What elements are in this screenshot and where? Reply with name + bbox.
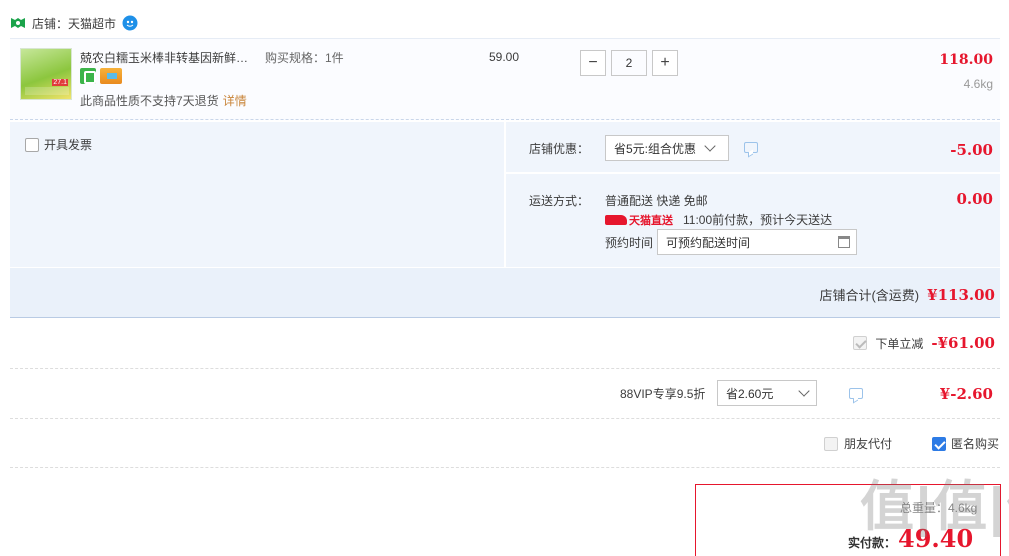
shop-discount-selected: 省5元:组合优惠: [614, 141, 697, 156]
shop-discount-amount: -5.00: [950, 141, 993, 159]
shipping-amount: 0.00: [956, 190, 993, 208]
return-policy-text: 此商品性质不支持7天退货: [80, 94, 219, 108]
message-icon[interactable]: [849, 388, 864, 399]
tmall-car-icon: [605, 214, 627, 225]
thumbnail-label: 27.1: [52, 79, 68, 86]
tmall-delivery-row: 天猫直送 11:00前付款，预计今天送达: [605, 211, 832, 228]
shop-total-label: 店铺合计(含运费): [819, 288, 920, 303]
card-badge-icon[interactable]: [100, 68, 122, 84]
delivery-eta: 11:00前付款，预计今天送达: [683, 213, 833, 227]
vip-discount-selected: 省2.60元: [726, 386, 774, 401]
shop-icon: [11, 18, 25, 28]
instant-discount-row: 下单立减 -¥61.00: [700, 334, 995, 352]
quantity-decrease-button[interactable]: −: [580, 50, 606, 76]
instant-discount-label: 下单立减: [875, 336, 924, 351]
divider: [10, 418, 1000, 419]
product-thumbnail[interactable]: 27.1: [20, 48, 72, 100]
invoice-checkbox[interactable]: [25, 137, 39, 152]
detail-link[interactable]: 详情: [223, 94, 247, 108]
shop-discount-select[interactable]: 省5元:组合优惠: [605, 135, 729, 161]
quantity-input[interactable]: 2: [611, 50, 647, 76]
shop-header: 店铺：天猫超市: [10, 12, 138, 34]
quantity-increase-button[interactable]: +: [652, 50, 678, 76]
divider: [10, 368, 1000, 369]
shop-total-row: 店铺合计(含运费) ¥113.00: [700, 285, 995, 304]
wangwang-icon[interactable]: [122, 15, 138, 31]
invoice-label[interactable]: 开具发票: [44, 136, 92, 153]
instant-discount-checkbox: [853, 336, 868, 350]
quantity-stepper: − 2 +: [580, 50, 678, 76]
calendar-icon[interactable]: [838, 236, 850, 248]
divider: [10, 467, 1000, 468]
friend-pay-option: 朋友代付: [824, 435, 892, 452]
tmall-direct-label: 天猫直送: [629, 214, 673, 227]
product-spec: 购买规格：1件: [265, 51, 344, 65]
instant-discount-amount: -¥61.00: [931, 334, 995, 352]
shop-discount-label: 店铺优惠：: [529, 142, 590, 156]
return-policy-note: 此商品性质不支持7天退货 详情: [80, 92, 247, 109]
vip-discount-select[interactable]: 省2.60元: [717, 380, 817, 406]
vip-discount-amount: ¥-2.60: [939, 385, 993, 403]
anonymous-option[interactable]: 匿名购买: [932, 435, 999, 452]
service-badges: [80, 68, 122, 84]
appointment-placeholder: 可预约配送时间: [666, 235, 751, 250]
item-weight: 4.6kg: [963, 77, 993, 91]
message-icon[interactable]: [744, 142, 758, 153]
appointment-time-input[interactable]: 可预约配送时间: [657, 229, 857, 255]
item-subtotal: 118.00: [939, 52, 993, 68]
vip-label: 88VIP专享9.5折: [620, 387, 706, 401]
shipping-label: 运送方式：: [529, 194, 590, 208]
service-green-badge-icon[interactable]: [80, 68, 96, 84]
shipping-method: 普通配送 快递 免邮: [605, 194, 708, 208]
appointment-label: 预约时间: [605, 236, 654, 250]
invoice-option[interactable]: 开具发票: [25, 136, 92, 153]
product-title[interactable]: 兢农白糯玉米棒非转基因新鲜采摘甜玉米: [80, 49, 260, 66]
friend-pay-label: 朋友代付: [844, 437, 893, 451]
thumbnail-banner: [25, 87, 69, 95]
shop-name[interactable]: 店铺：天猫超市: [32, 15, 116, 32]
site-watermark: 值|值|值: [860, 477, 1009, 537]
chevron-down-icon: [704, 140, 716, 152]
chevron-down-icon: [798, 385, 810, 397]
tmall-direct-tag: 天猫直送: [605, 212, 673, 228]
friend-pay-checkbox: [824, 436, 838, 451]
unit-price: 59.00: [489, 50, 520, 64]
anonymous-label[interactable]: 匿名购买: [951, 435, 999, 452]
shop-total-amount: ¥113.00: [927, 285, 995, 304]
anonymous-checkbox[interactable]: [932, 436, 946, 451]
